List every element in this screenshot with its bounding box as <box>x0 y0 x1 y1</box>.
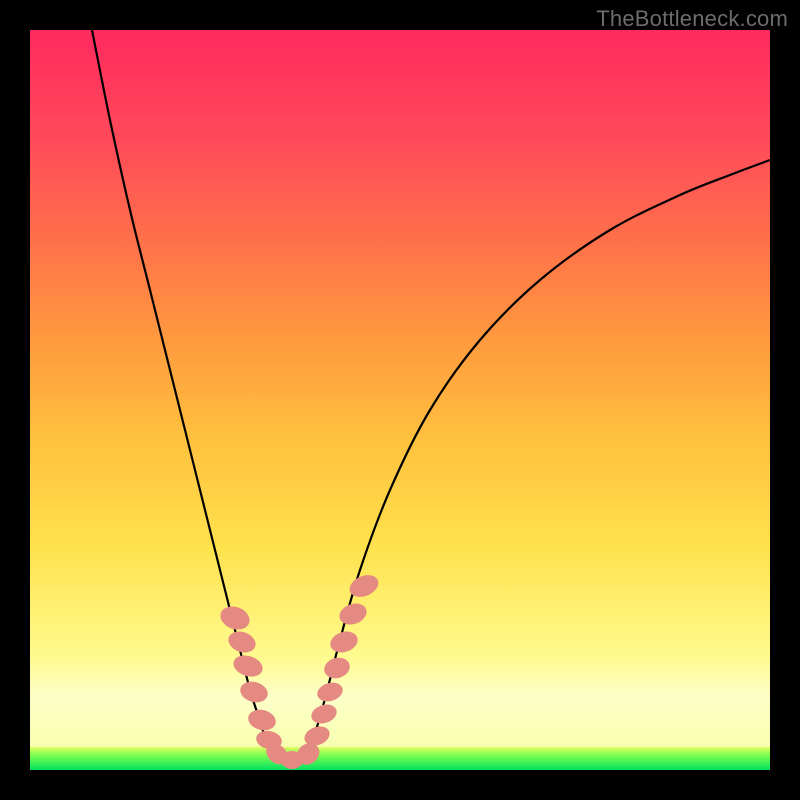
bead <box>238 679 270 706</box>
bead <box>225 628 258 656</box>
bead <box>322 655 353 682</box>
bead <box>309 701 339 726</box>
beads-group <box>217 571 382 769</box>
bead <box>328 628 361 656</box>
bead <box>246 707 278 733</box>
bead <box>315 680 345 705</box>
bead <box>336 600 369 628</box>
v-curve <box>92 30 770 762</box>
watermark-text: TheBottleneck.com <box>596 6 788 32</box>
outer-frame: TheBottleneck.com <box>0 0 800 800</box>
curve-overlay <box>30 30 770 770</box>
bead <box>217 603 253 634</box>
bead <box>231 652 266 680</box>
